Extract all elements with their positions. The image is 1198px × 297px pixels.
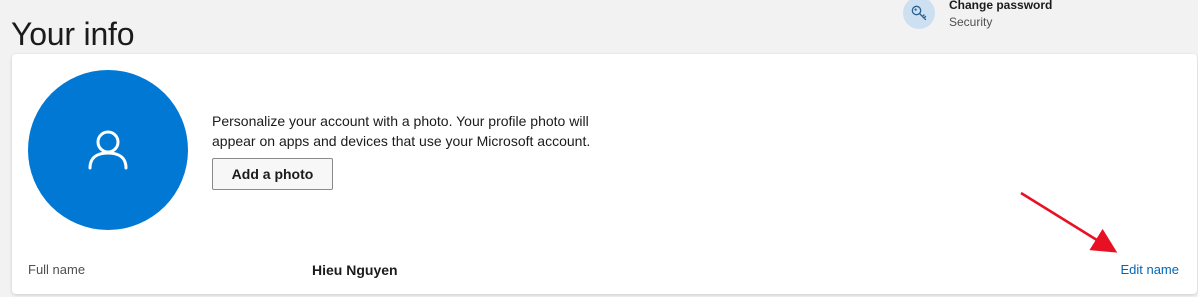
key-icon xyxy=(903,0,935,29)
photo-description: Personalize your account with a photo. Y… xyxy=(212,113,591,149)
page-title: Your info xyxy=(11,16,135,53)
change-password-subtitle: Security xyxy=(949,15,993,29)
profile-card: Personalize your account with a photo. Y… xyxy=(12,54,1197,294)
full-name-value: Hieu Nguyen xyxy=(312,262,398,278)
person-icon xyxy=(88,130,128,170)
change-password-title: Change password xyxy=(949,0,1053,12)
add-photo-button[interactable]: Add a photo xyxy=(212,158,333,190)
edit-name-link[interactable]: Edit name xyxy=(1120,262,1179,277)
full-name-label: Full name xyxy=(28,262,86,277)
avatar xyxy=(28,70,188,230)
change-password-shortcut[interactable]: Change password Security xyxy=(903,0,1052,30)
